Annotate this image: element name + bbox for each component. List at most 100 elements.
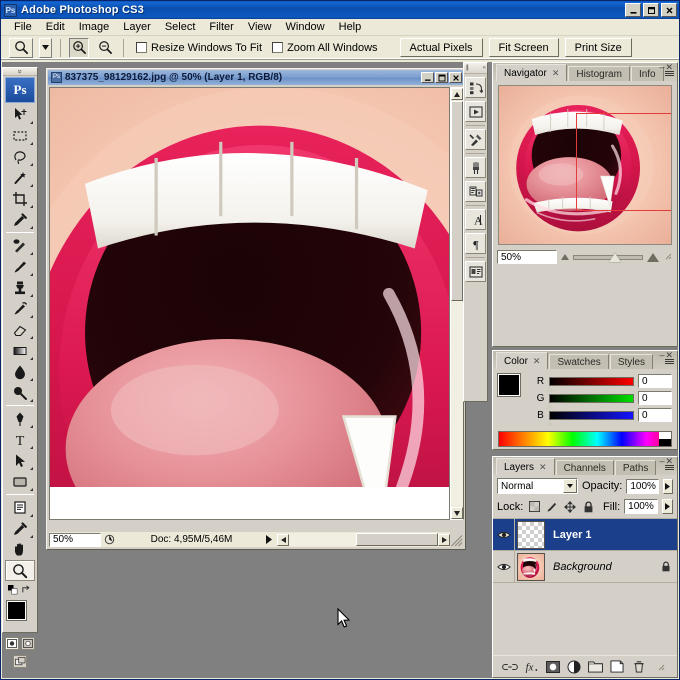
menu-layer[interactable]: Layer <box>116 20 158 34</box>
tab-channels[interactable]: Channels <box>556 460 614 475</box>
channel-slider-r[interactable] <box>549 377 634 386</box>
tab-paths[interactable]: Paths <box>615 460 657 475</box>
clone-stamp-tool[interactable] <box>5 277 35 298</box>
channel-thumb-r[interactable] <box>546 386 554 392</box>
zoom-all-windows-checkbox[interactable] <box>272 42 283 53</box>
scroll-right-button[interactable] <box>438 534 450 546</box>
color-tab-close-icon[interactable]: ✕ <box>533 356 541 367</box>
zoom-in-button[interactable] <box>69 38 89 58</box>
menu-select[interactable]: Select <box>158 20 203 34</box>
quick-mask-mode-icon[interactable] <box>21 637 35 650</box>
opacity-field[interactable]: 100% <box>626 479 658 494</box>
menu-image[interactable]: Image <box>72 20 117 34</box>
fill-dropdown-icon[interactable] <box>662 499 673 514</box>
document-minimize-button[interactable] <box>421 72 434 83</box>
resize-windows-checkbox[interactable] <box>136 42 147 53</box>
minimize-button[interactable] <box>625 3 641 17</box>
layer-comps-icon[interactable] <box>465 261 486 282</box>
table-row[interactable]: Background <box>493 551 677 583</box>
channel-value-g[interactable]: 0 <box>638 391 672 405</box>
crop-tool[interactable] <box>5 188 35 209</box>
menu-window[interactable]: Window <box>279 20 332 34</box>
tab-color[interactable]: Color ✕ <box>496 352 548 369</box>
type-tool[interactable]: T <box>5 429 35 450</box>
document-title-bar[interactable]: Ps 837375_98129162.jpg @ 50% (Layer 1, R… <box>48 70 464 85</box>
eyedropper-tool[interactable] <box>5 209 35 230</box>
brush-tool[interactable] <box>5 256 35 277</box>
channel-slider-b[interactable] <box>549 411 634 420</box>
history-brush-tool[interactable] <box>5 298 35 319</box>
navigator-resize-grip[interactable] <box>663 251 673 263</box>
adjustment-layer-icon[interactable] <box>566 659 582 675</box>
clone-source-icon[interactable] <box>465 181 486 202</box>
paragraph-panel-icon[interactable]: ¶ <box>465 233 486 254</box>
new-layer-icon[interactable] <box>609 659 625 675</box>
magic-wand-tool[interactable] <box>5 167 35 188</box>
link-layers-icon[interactable] <box>502 659 518 675</box>
table-row[interactable]: Layer 1 <box>493 519 677 551</box>
zoom-tool[interactable] <box>5 560 35 581</box>
hand-tool[interactable] <box>5 539 35 560</box>
navigator-zoom-field[interactable]: 50% <box>497 250 557 264</box>
actual-pixels-button[interactable]: Actual Pixels <box>400 38 483 57</box>
character-panel-icon[interactable]: A <box>465 209 486 230</box>
lock-image-icon[interactable] <box>545 500 559 514</box>
document-close-button[interactable] <box>449 72 462 83</box>
navigator-panel-menu-icon[interactable] <box>665 71 674 76</box>
dodge-tool[interactable] <box>5 382 35 403</box>
status-menu-arrow-icon[interactable] <box>266 535 277 544</box>
tool-presets-icon[interactable] <box>465 129 486 150</box>
vertical-scroll-track[interactable] <box>451 101 463 506</box>
zoom-in-large-icon[interactable] <box>647 253 659 262</box>
channel-value-b[interactable]: 0 <box>638 408 672 422</box>
eraser-tool[interactable] <box>5 319 35 340</box>
dock-strip-header[interactable]: ||| « <box>464 63 487 74</box>
default-colors-icon[interactable] <box>8 585 19 596</box>
zoom-out-button[interactable] <box>95 38 115 58</box>
swap-colors-icon[interactable] <box>21 585 32 596</box>
image-canvas[interactable] <box>49 87 450 520</box>
history-panel-icon[interactable] <box>465 77 486 98</box>
fit-screen-button[interactable]: Fit Screen <box>489 38 559 57</box>
document-info-text[interactable]: Doc: 4,95M/5,46M <box>117 534 266 545</box>
scroll-up-button[interactable] <box>451 88 463 100</box>
delete-layer-icon[interactable] <box>631 659 647 675</box>
navigator-thumbnail[interactable] <box>498 85 672 245</box>
gradient-tool[interactable] <box>5 340 35 361</box>
scroll-left-button[interactable] <box>277 534 289 546</box>
channel-slider-g[interactable] <box>549 394 634 403</box>
layer-name[interactable]: Background <box>545 561 655 573</box>
layers-panel-menu-icon[interactable] <box>665 465 674 470</box>
zoom-out-small-icon[interactable] <box>561 254 569 260</box>
brushes-panel-icon[interactable] <box>465 157 486 178</box>
tab-histogram[interactable]: Histogram <box>568 66 630 81</box>
navigator-slider-thumb[interactable] <box>609 253 621 262</box>
layer-thumbnail[interactable] <box>517 521 545 549</box>
document-zoom-field[interactable]: 50% <box>49 533 101 547</box>
horizontal-scroll-track[interactable] <box>289 533 438 546</box>
channel-thumb-g[interactable] <box>546 403 554 409</box>
layers-tab-close-icon[interactable]: ✕ <box>539 462 547 473</box>
channel-value-r[interactable]: 0 <box>638 374 672 388</box>
navigator-zoom-slider[interactable] <box>573 251 643 263</box>
blend-mode-dropdown-icon[interactable] <box>563 479 577 493</box>
move-tool[interactable] <box>5 104 35 125</box>
toolbox-grip[interactable] <box>3 68 37 76</box>
shape-tool[interactable] <box>5 471 35 492</box>
color-sampler-tool[interactable] <box>5 518 35 539</box>
lock-all-icon[interactable] <box>581 500 595 514</box>
menu-file[interactable]: File <box>7 20 39 34</box>
screen-mode-icon[interactable] <box>13 655 27 668</box>
standard-mode-icon[interactable] <box>5 637 19 650</box>
navigator-tab-close-icon[interactable]: ✕ <box>552 68 560 79</box>
layer-thumbnail[interactable] <box>517 553 545 581</box>
navigator-view-box[interactable] <box>576 113 672 211</box>
foreground-color-swatch[interactable] <box>7 601 26 620</box>
pen-tool[interactable] <box>5 408 35 429</box>
opacity-dropdown-icon[interactable] <box>663 479 673 494</box>
layer-style-icon[interactable]: fx <box>523 659 539 675</box>
channel-thumb-b[interactable] <box>546 420 554 426</box>
lock-position-icon[interactable] <box>563 500 577 514</box>
color-foreground-swatch[interactable] <box>498 374 520 396</box>
path-selection-tool[interactable] <box>5 450 35 471</box>
